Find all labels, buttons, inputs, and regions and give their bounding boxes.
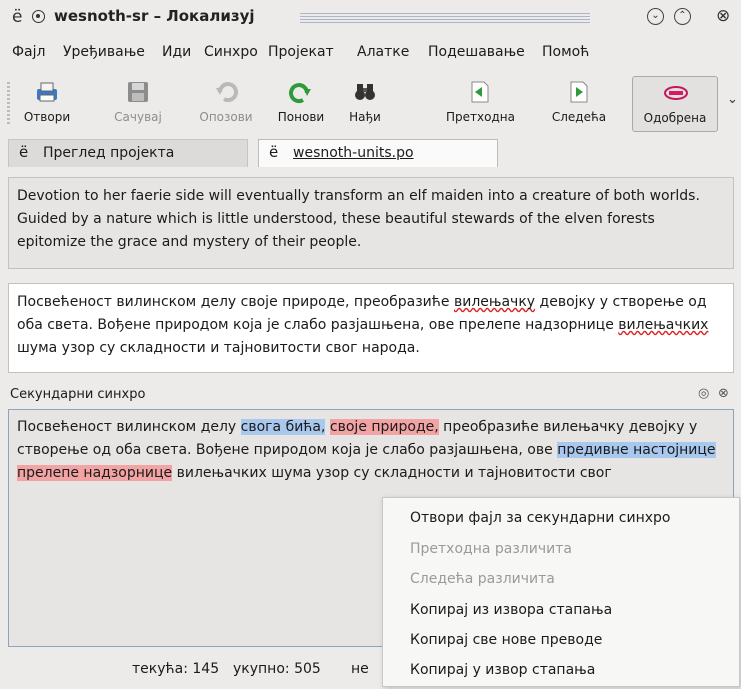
float-dock-icon[interactable]: ◎ <box>698 386 709 401</box>
previous-entry-icon <box>471 81 489 103</box>
approved-stamp-icon <box>664 86 688 100</box>
diff-text: Посвећеност вилинском делу <box>17 419 241 435</box>
translation-editor[interactable]: Посвећеност вилинском делу своје природе… <box>8 283 734 373</box>
close-window-icon[interactable]: ⊗ <box>716 6 730 26</box>
close-dock-icon[interactable]: ⊗ <box>718 386 729 401</box>
redo-arrow-icon <box>289 83 311 104</box>
menu-item-open-secondary-file[interactable]: Отвори фајл за секундарни синхро <box>410 510 670 526</box>
secondary-sync-dock-header: Секундарни синхро ◎ ⊗ <box>8 384 734 406</box>
dock-title: Секундарни синхро <box>10 387 146 402</box>
floppy-save-icon <box>128 82 148 102</box>
menu-go[interactable]: Иди <box>162 44 191 60</box>
menu-item-copy-to-merge-source[interactable]: Копирај у извор стапања <box>410 662 595 678</box>
on-all-desktops-icon[interactable] <box>32 10 45 23</box>
diff-added: своје природе, <box>329 419 439 435</box>
menu-tools[interactable]: Алатке <box>357 44 409 60</box>
menu-edit[interactable]: Уређивање <box>63 44 145 60</box>
diff-removed: предивне настојнице <box>557 442 716 458</box>
menu-file[interactable]: Фајл <box>12 44 45 60</box>
minimize-icon[interactable]: ⌄ <box>647 8 664 25</box>
undo-arrow-icon <box>216 82 238 103</box>
toolbar-grip[interactable] <box>7 82 10 126</box>
project-icon: ё <box>19 143 29 161</box>
misspelled-word: вилењачких <box>618 317 709 333</box>
toolbar-overflow-chevron-icon[interactable]: ⌄ <box>727 92 738 107</box>
tab-label: wesnoth-units.po <box>293 145 414 161</box>
tab-wesnoth-units[interactable]: ё wesnoth-units.po <box>258 139 498 167</box>
file-icon: ё <box>269 143 279 161</box>
document-tabs: ё Преглед пројекта ё wesnoth-units.po <box>0 137 741 167</box>
menu-item-copy-all-new[interactable]: Копирај све нове преводе <box>410 632 602 648</box>
tab-label: Преглед пројекта <box>43 145 175 161</box>
diff-text: вилењачких шума узор су складности и тај… <box>172 465 612 481</box>
menu-item-next-different[interactable]: Следећа различита <box>410 571 555 587</box>
status-current: текућа: 145 <box>132 661 220 677</box>
menu-project[interactable]: Пројекат <box>268 44 334 60</box>
menu-settings[interactable]: Подешавање <box>428 44 525 60</box>
app-menu-icon[interactable]: ё <box>12 7 22 27</box>
status-total: укупно: 505 <box>233 661 321 677</box>
menu-item-copy-from-merge-source[interactable]: Копирај из извора стапања <box>410 602 612 618</box>
approved-toggle-button[interactable]: Одобрена <box>632 76 718 132</box>
next-entry-icon <box>570 81 588 103</box>
titlebar-decoration <box>300 13 590 23</box>
diff-added: прелепе надзорнице <box>17 465 173 481</box>
maximize-icon[interactable]: ⌃ <box>674 8 691 25</box>
redo-button[interactable]: Понови <box>267 76 335 132</box>
save-button[interactable]: Сачувај <box>99 76 177 132</box>
next-entry-button[interactable]: Следећа <box>536 76 622 132</box>
find-button[interactable]: Нађи <box>339 76 391 132</box>
undo-button[interactable]: Опозови <box>186 76 266 132</box>
menu-item-previous-different[interactable]: Претходна различита <box>410 541 572 557</box>
misspelled-word: вилењачку <box>453 294 536 310</box>
source-text-view[interactable]: Devotion to her faerie side will eventua… <box>8 177 734 269</box>
window-titlebar: ё wesnoth-sr – Локализуј ⌄ ⌃ ⊗ <box>0 0 741 36</box>
translation-text: шума узор су складности и тајновитости с… <box>17 340 420 356</box>
context-menu: Отвори фајл за секундарни синхро Претход… <box>382 497 740 687</box>
status-other: не <box>351 661 369 677</box>
menu-help[interactable]: Помоћ <box>542 44 589 60</box>
window-title: wesnoth-sr – Локализуј <box>54 7 255 25</box>
main-toolbar: Отвори Сачувај Опозови Понови Нађи Претх… <box>0 76 741 132</box>
translation-text: Посвећеност вилинском делу своје природе… <box>17 294 454 310</box>
tab-project-overview[interactable]: ё Преглед пројекта <box>8 139 248 167</box>
binoculars-icon <box>355 84 375 100</box>
previous-entry-button[interactable]: Претходна <box>433 76 528 132</box>
menu-sync[interactable]: Синхро <box>204 44 258 60</box>
open-button[interactable]: Отвори <box>14 76 80 132</box>
printer-open-icon <box>37 82 57 102</box>
diff-removed: свога бића, <box>240 419 326 435</box>
